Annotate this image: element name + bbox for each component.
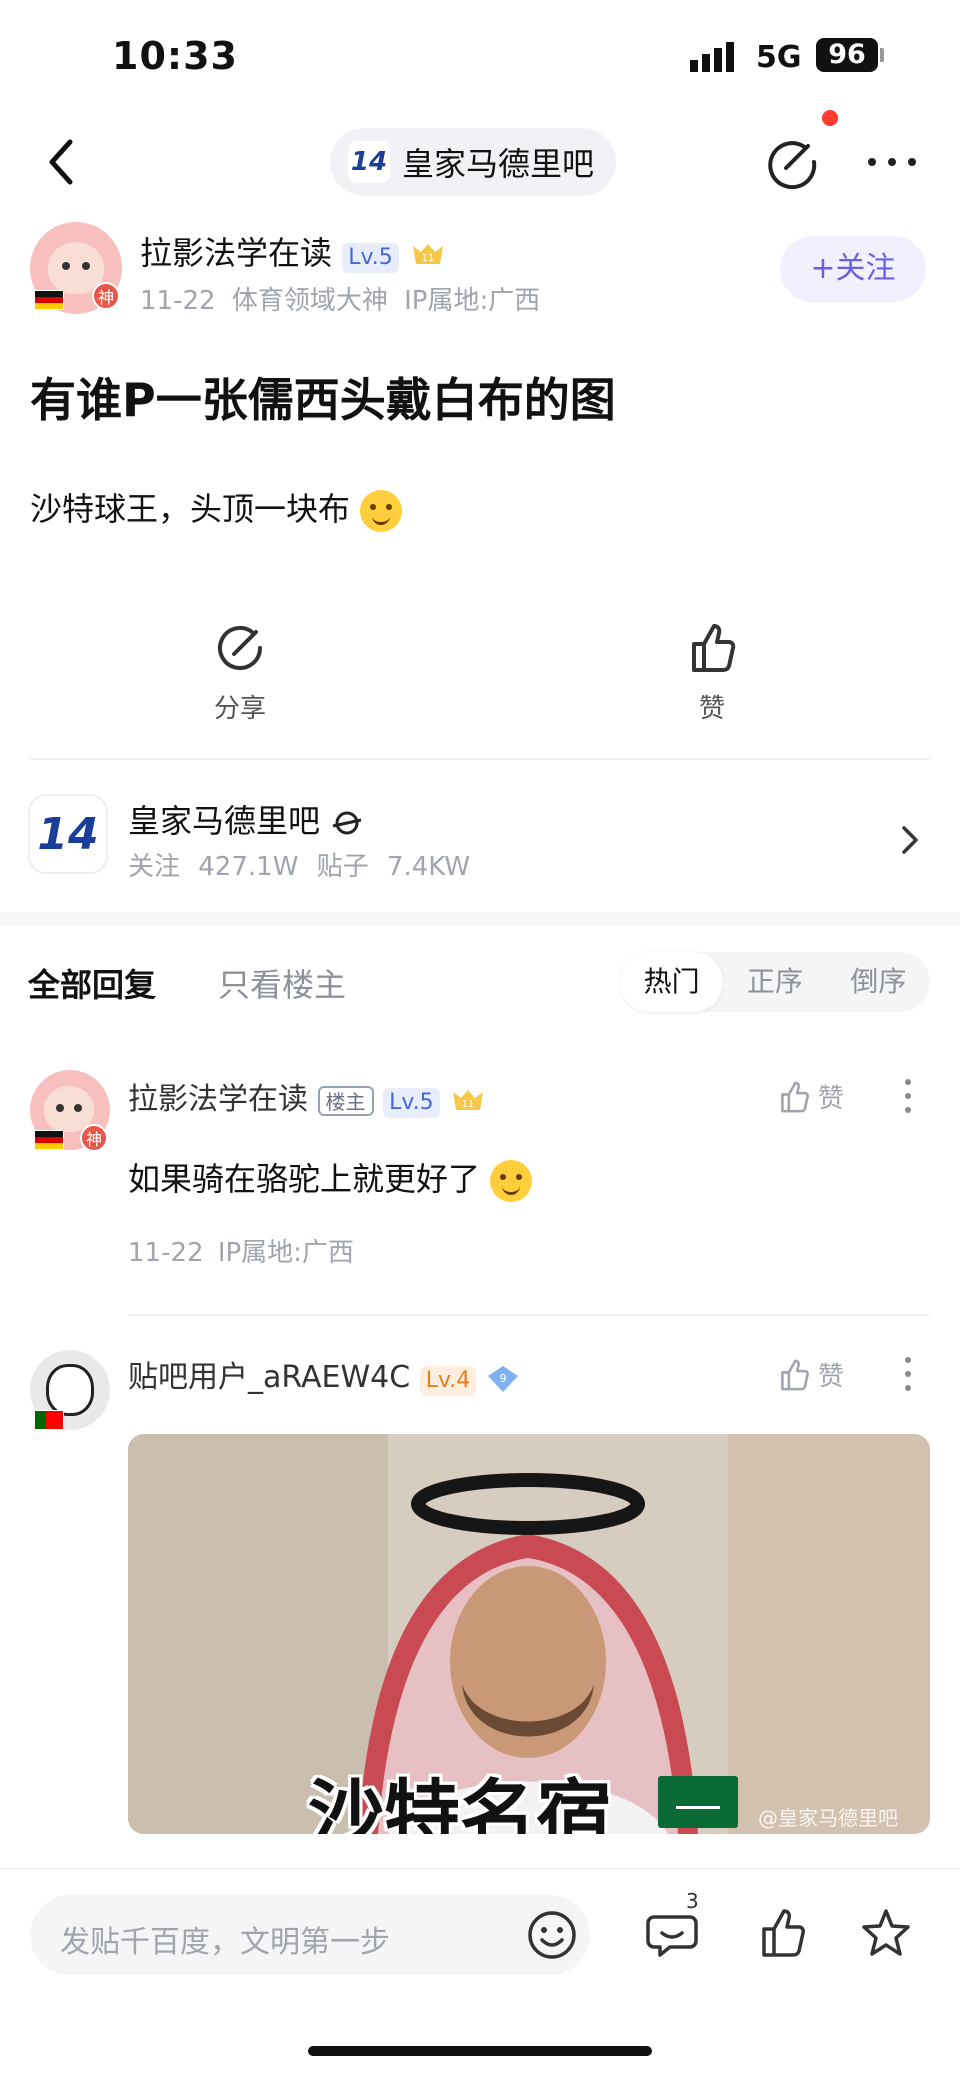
host-tag: 楼主 bbox=[317, 1086, 374, 1116]
author-name-text: 拉影法学在读 bbox=[140, 234, 333, 272]
portugal-flag-icon bbox=[34, 1410, 64, 1430]
bottom-bar: 发贴千百度，文明第一步 3 bbox=[0, 1868, 960, 2077]
post-body: 沙特球王，头顶一块布 bbox=[30, 484, 403, 532]
forum-chip-name: 皇家马德里吧 bbox=[402, 145, 595, 183]
post-title: 有谁P一张儒西头戴白布的图 bbox=[30, 373, 616, 427]
network-label: 5G bbox=[756, 40, 802, 75]
god-badge: 神 bbox=[92, 282, 120, 310]
reply-text: 如果骑在骆驼上就更好了 bbox=[128, 1154, 533, 1202]
reply-like-button[interactable]: 赞 bbox=[776, 1078, 844, 1115]
comment-placeholder: 发贴千百度，文明第一步 bbox=[60, 1925, 390, 1960]
forum-card-name: 皇家马德里吧 bbox=[128, 796, 364, 842]
reply-item: 贴吧用户_aRAEW4C Lv.4 9 赞 沙特名宿 @皇家马德里吧 bbox=[0, 1340, 960, 1860]
comment-count: 3 bbox=[686, 1889, 699, 1913]
reply-more-icon[interactable] bbox=[900, 1354, 916, 1394]
nav-bar: 14 皇家马德里吧 bbox=[0, 110, 960, 220]
planet-icon bbox=[332, 811, 362, 835]
forum-card-stats: 关注 427.1W 贴子 7.4KW bbox=[128, 852, 471, 882]
level-tag: Lv.4 bbox=[419, 1366, 477, 1396]
comment-input[interactable]: 发贴千百度，文明第一步 bbox=[30, 1895, 590, 1975]
signal-icon bbox=[690, 42, 734, 72]
post-body-text: 沙特球王，头顶一块布 bbox=[30, 490, 351, 528]
status-time: 10:33 bbox=[112, 34, 238, 78]
level-tag: Lv.5 bbox=[383, 1088, 440, 1118]
svg-text:11: 11 bbox=[422, 253, 435, 264]
battery-tip bbox=[880, 48, 884, 62]
reply-like-button[interactable]: 赞 bbox=[776, 1356, 844, 1393]
diamond-badge-icon: 9 bbox=[487, 1365, 518, 1392]
divider bbox=[30, 758, 930, 760]
tab-host-only[interactable]: 只看楼主 bbox=[218, 960, 346, 1006]
reply-meta: 11-22 IP属地:广西 bbox=[128, 1238, 354, 1268]
forum-chip[interactable]: 14 皇家马德里吧 bbox=[330, 128, 617, 196]
comment-icon[interactable] bbox=[644, 1905, 700, 1961]
germany-flag-icon bbox=[34, 1130, 64, 1150]
follow-button[interactable]: +关注 bbox=[780, 236, 926, 302]
god-badge: 神 bbox=[80, 1124, 108, 1152]
crown-icon: 11 bbox=[412, 244, 443, 264]
svg-text:11: 11 bbox=[462, 1099, 475, 1110]
crown-icon: 11 bbox=[453, 1089, 484, 1110]
reply-more-icon[interactable] bbox=[900, 1076, 916, 1116]
share-button[interactable]: 分享 bbox=[200, 620, 280, 725]
battery-level: 96 bbox=[816, 38, 878, 72]
thumbs-up-icon bbox=[781, 1081, 809, 1112]
post-author: 神 拉影法学在读 Lv.5 11 11-22 体育领域大神 IP属地:广西 +关… bbox=[0, 218, 960, 328]
svg-text:9: 9 bbox=[499, 1372, 506, 1385]
chevron-right-icon bbox=[902, 826, 918, 854]
image-caption: 沙特名宿 bbox=[308, 1771, 612, 1834]
sort-descending[interactable]: 倒序 bbox=[827, 952, 930, 1012]
sort-hot[interactable]: 热门 bbox=[620, 952, 724, 1012]
tongue-emoji-icon bbox=[360, 490, 403, 532]
smile-emoji-icon bbox=[490, 1160, 533, 1202]
germany-flag-icon bbox=[34, 290, 64, 310]
share-label: 分享 bbox=[213, 694, 266, 724]
forum-logo: 14 bbox=[348, 141, 390, 183]
thumbs-up-icon bbox=[781, 1359, 809, 1390]
notification-dot bbox=[822, 110, 838, 126]
divider bbox=[128, 1314, 930, 1316]
image-watermark: @皇家马德里吧 bbox=[758, 1806, 898, 1830]
forum-card[interactable]: 14 皇家马德里吧 关注 427.1W 贴子 7.4KW bbox=[0, 780, 960, 900]
thumbs-up-icon bbox=[692, 624, 736, 672]
edit-icon[interactable] bbox=[762, 132, 822, 192]
author-name[interactable]: 拉影法学在读 Lv.5 11 bbox=[140, 228, 447, 274]
back-icon[interactable] bbox=[40, 130, 84, 194]
sort-toggle: 热门 正序 倒序 bbox=[620, 952, 930, 1012]
star-icon[interactable] bbox=[858, 1905, 914, 1961]
reply-meme-image[interactable]: 沙特名宿 @皇家马德里吧 bbox=[128, 1434, 930, 1834]
like-label: 赞 bbox=[698, 694, 725, 724]
more-icon[interactable] bbox=[866, 144, 918, 180]
reply-item: 神 拉影法学在读 楼主 Lv.5 11 赞 如果骑在骆驼上就更好了 11-22 … bbox=[0, 1062, 960, 1302]
level-tag: Lv.5 bbox=[342, 243, 399, 273]
sort-ascending[interactable]: 正序 bbox=[723, 952, 826, 1012]
section-gap bbox=[0, 912, 960, 926]
saudi-flag-icon bbox=[658, 1776, 738, 1828]
author-meta: 11-22 体育领域大神 IP属地:广西 bbox=[140, 286, 541, 316]
reply-author-name[interactable]: 贴吧用户_aRAEW4C Lv.4 9 bbox=[128, 1352, 520, 1396]
reply-tabs: 全部回复 只看楼主 热门 正序 倒序 bbox=[0, 940, 960, 1020]
like-button[interactable]: 赞 bbox=[672, 620, 752, 725]
emoji-icon[interactable] bbox=[526, 1909, 578, 1961]
status-bar: 10:33 5G 96 bbox=[0, 0, 960, 110]
home-indicator[interactable] bbox=[308, 2046, 652, 2056]
tab-all-replies[interactable]: 全部回复 bbox=[28, 960, 156, 1006]
reply-author-name[interactable]: 拉影法学在读 楼主 Lv.5 11 bbox=[128, 1074, 487, 1118]
thumbs-up-icon[interactable] bbox=[754, 1905, 810, 1961]
share-icon bbox=[218, 626, 262, 670]
forum-card-logo: 14 bbox=[28, 794, 108, 874]
